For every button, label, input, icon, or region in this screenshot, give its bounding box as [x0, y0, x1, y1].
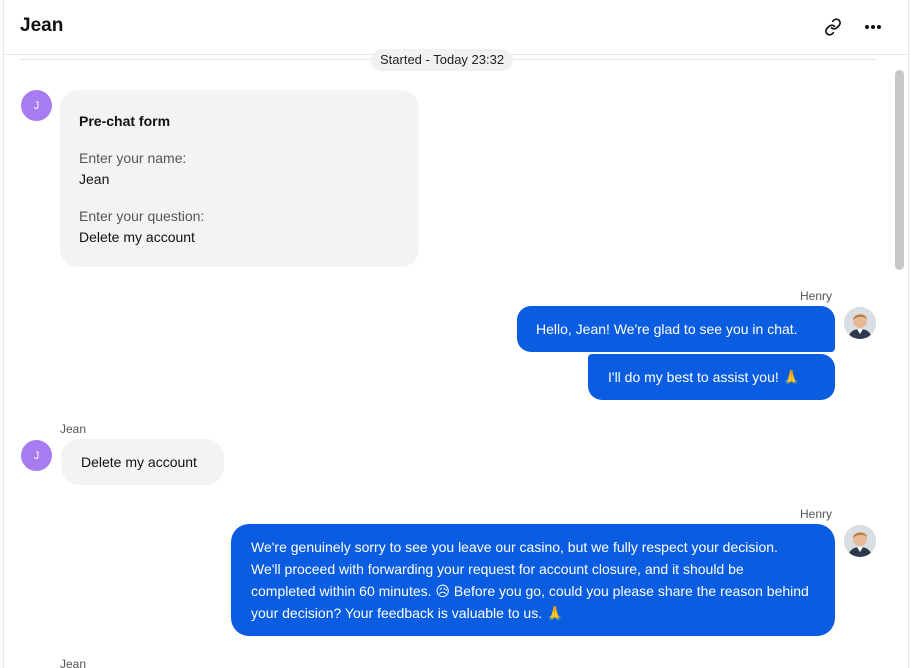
agent-photo-icon [844, 525, 876, 557]
agent-name-label: Henry [800, 507, 833, 521]
prechat-form-card: Pre-chat form Enter your name: Jean Ente… [60, 90, 419, 267]
prechat-form-title: Pre-chat form [79, 113, 171, 129]
prechat-answer-question: Delete my account [79, 229, 195, 245]
avatar-initial: J [33, 99, 40, 112]
customer-avatar: J [21, 90, 52, 121]
customer-name-label: Jean [60, 657, 87, 668]
prechat-answer-name: Jean [79, 171, 110, 187]
more-horizontal-icon [865, 25, 881, 29]
message-text: We're genuinely sorry to see you leave o… [251, 539, 809, 621]
agent-name-label: Henry [800, 289, 833, 303]
chat-title: Jean [20, 15, 64, 36]
avatar-initial: J [33, 449, 40, 462]
agent-avatar [844, 525, 876, 557]
message-text: Delete my account [81, 454, 197, 470]
chat-header: Jean [4, 0, 908, 55]
more-options-button[interactable] [860, 14, 886, 40]
agent-message: We're genuinely sorry to see you leave o… [231, 524, 835, 636]
prechat-question-question: Enter your question: [79, 208, 205, 224]
agent-photo-icon [844, 307, 876, 339]
message-text: I'll do my best to assist you! 🙏 [608, 369, 801, 385]
scrollbar-thumb[interactable] [895, 70, 904, 270]
customer-avatar: J [21, 440, 52, 471]
customer-name-label: Jean [60, 422, 87, 436]
prechat-question-name: Enter your name: [79, 150, 187, 166]
agent-message: Hello, Jean! We're glad to see you in ch… [517, 306, 835, 352]
link-icon [825, 18, 841, 36]
started-badge: Started - Today 23:32 [371, 49, 514, 71]
agent-message: I'll do my best to assist you! 🙏 [588, 354, 835, 400]
agent-avatar [844, 307, 876, 339]
chat-window: Jean Started - Today 23:32 J Pre-chat fo… [3, 0, 909, 668]
message-text: Hello, Jean! We're glad to see you in ch… [536, 321, 798, 337]
link-button[interactable] [820, 14, 846, 40]
customer-message: Delete my account [61, 439, 224, 485]
